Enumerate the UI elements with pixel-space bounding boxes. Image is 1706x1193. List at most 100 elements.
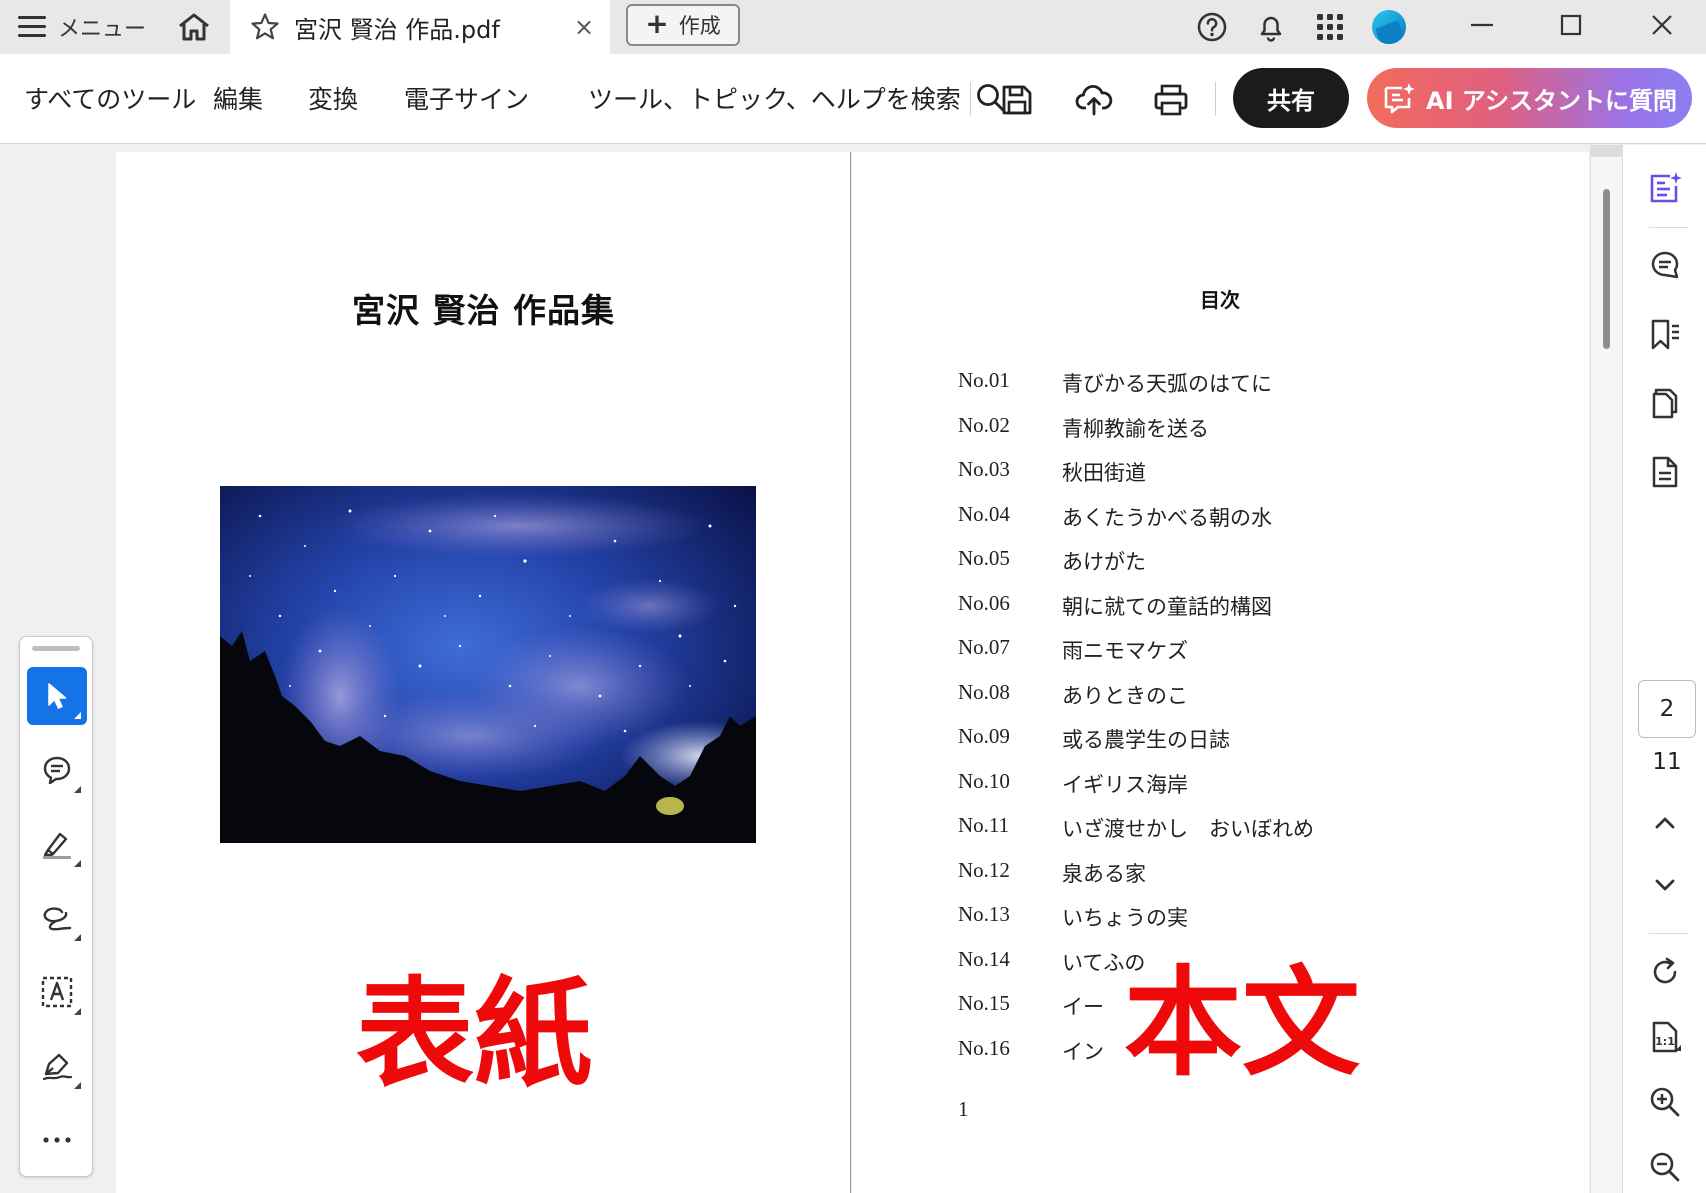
menu-button[interactable]: メニュー [18, 8, 146, 46]
svg-text:1:1: 1:1 [1655, 1035, 1675, 1048]
comments-icon [1651, 251, 1679, 279]
bookmark-icon [1651, 319, 1679, 350]
sidebar-divider [1649, 227, 1689, 228]
toc-entry-number: No.12 [958, 857, 1010, 882]
toc-entry-number: No.04 [958, 501, 1010, 526]
toc-entry-title: いちょうの実 [1062, 906, 1188, 930]
highlight-tool[interactable] [27, 815, 87, 873]
body-annotation-label: 本文 [1124, 954, 1361, 1092]
title-bar: メニュー 宮沢 賢治 作品.pdf × + 作成 [0, 0, 1706, 54]
toc-entry-title: イギリス海岸 [1062, 772, 1188, 797]
toc-entry-title: イン [1062, 1039, 1104, 1064]
create-button[interactable]: + 作成 [626, 4, 740, 46]
maximize-icon [1560, 14, 1582, 36]
previous-page-button[interactable] [1643, 801, 1687, 845]
print-button[interactable] [1149, 78, 1193, 122]
toc-entry-number: No.15 [958, 991, 1010, 1015]
total-pages: 11 [1652, 749, 1682, 775]
cursor-icon [48, 683, 67, 709]
quick-tools-palette [19, 636, 93, 1177]
ai-assistant-label: AI アシスタントに質問 [1426, 86, 1677, 115]
help-button[interactable] [1190, 8, 1234, 46]
toc-entry-title: 秋田街道 [1062, 461, 1146, 485]
page-thumbnails-button[interactable] [1643, 381, 1687, 425]
document-properties-button[interactable] [1643, 450, 1687, 494]
share-button[interactable]: 共有 [1233, 68, 1349, 128]
apps-button[interactable] [1308, 8, 1352, 46]
tools-search[interactable]: ツール、トピック、ヘルプを検索 [588, 80, 1007, 116]
help-icon [1197, 12, 1227, 42]
ai-assistant-button[interactable]: AI アシスタントに質問 [1367, 68, 1692, 128]
zoom-out-button[interactable] [1643, 1145, 1687, 1189]
right-sidebar: 2 11 1:1 [1622, 145, 1706, 1193]
palette-drag-handle[interactable] [32, 646, 80, 651]
text-box-tool[interactable] [27, 963, 87, 1021]
more-tools-button[interactable] [27, 1111, 87, 1169]
plus-icon: + [645, 6, 669, 40]
home-button[interactable] [172, 8, 216, 46]
vertical-scrollbar[interactable] [1590, 145, 1623, 1193]
edit-link[interactable]: 編集 [213, 80, 263, 116]
pdf-page-contents: 目次 No.01 青びかる天弧のはてに No.02 青柳教諭を送る No.03 秋田街道 N… [852, 152, 1589, 1193]
toc-entry-title: 泉ある家 [1062, 861, 1146, 886]
toc-entry-number: No.11 [958, 813, 1010, 837]
star-icon[interactable] [250, 12, 280, 42]
esign-link[interactable]: 電子サイン [404, 80, 529, 116]
rotate-button[interactable] [1643, 950, 1687, 994]
close-icon [1652, 15, 1672, 35]
tab-title: 宮沢 賢治 作品.pdf [294, 15, 500, 44]
toc-entry-number: No.05 [958, 546, 1010, 570]
ai-summary-button[interactable] [1643, 166, 1687, 210]
next-page-button[interactable] [1643, 863, 1687, 907]
minimize-button[interactable] [1452, 0, 1512, 50]
cover-title: 宮沢 賢治 作品集 [352, 291, 615, 330]
save-button[interactable] [995, 78, 1039, 122]
search-placeholder: ツール、トピック、ヘルプを検索 [588, 85, 961, 114]
home-icon [179, 13, 209, 41]
main-toolbar: すべてのツール 編集 変換 電子サイン ツール、トピック、ヘルプを検索 共有 A… [0, 54, 1706, 144]
select-tool[interactable] [27, 667, 87, 725]
toolbar-divider [1215, 82, 1216, 116]
comment-tool[interactable] [27, 741, 87, 799]
document-tab[interactable]: 宮沢 賢治 作品.pdf × [230, 0, 610, 54]
hamburger-icon [18, 16, 46, 38]
sidebar-divider [1649, 933, 1689, 934]
cover-annotation-label: 表紙 [356, 965, 593, 1103]
actual-size-button[interactable]: 1:1 [1643, 1015, 1687, 1059]
sign-tool[interactable] [27, 1037, 87, 1095]
avatar [1372, 10, 1406, 44]
zoom-in-button[interactable] [1643, 1080, 1687, 1124]
profile-button[interactable] [1367, 8, 1411, 46]
toc-entry-title: イー [1062, 995, 1104, 1019]
chevron-down-icon [1655, 879, 1675, 891]
toc-entry-number: No.09 [958, 724, 1010, 748]
pages-icon [1652, 388, 1678, 419]
more-icon [43, 1137, 71, 1143]
draw-tool[interactable] [27, 889, 87, 947]
scrollbar-thumb[interactable] [1603, 189, 1610, 349]
document-icon [1652, 456, 1678, 488]
freehand-icon [43, 907, 72, 931]
toc-entry-number: No.08 [958, 679, 1010, 704]
toc-entry-number: No.10 [958, 768, 1010, 793]
starry-sky-image [220, 486, 756, 843]
close-tab-icon[interactable]: × [570, 13, 598, 41]
maximize-button[interactable] [1541, 0, 1601, 50]
all-tools-link[interactable]: すべてのツール [24, 80, 196, 116]
create-button-label: 作成 [678, 14, 721, 38]
toc-entry-number: No.01 [958, 368, 1010, 392]
notifications-button[interactable] [1249, 8, 1293, 46]
current-page-input[interactable]: 2 [1638, 680, 1696, 738]
upload-button[interactable] [1072, 78, 1116, 122]
toolbar-divider [970, 82, 971, 116]
page-number: 1 [958, 1097, 969, 1121]
convert-link[interactable]: 変換 [308, 80, 358, 116]
zoom-out-icon [1650, 1152, 1680, 1182]
comments-panel-button[interactable] [1643, 243, 1687, 287]
close-window-button[interactable] [1632, 0, 1692, 50]
ai-assistant-icon [1384, 83, 1416, 114]
bookmarks-panel-button[interactable] [1643, 312, 1687, 356]
toc-entry-title: ありときのこ [1062, 683, 1188, 708]
text-box-icon [41, 976, 73, 1008]
pen-sign-icon [42, 1053, 73, 1081]
